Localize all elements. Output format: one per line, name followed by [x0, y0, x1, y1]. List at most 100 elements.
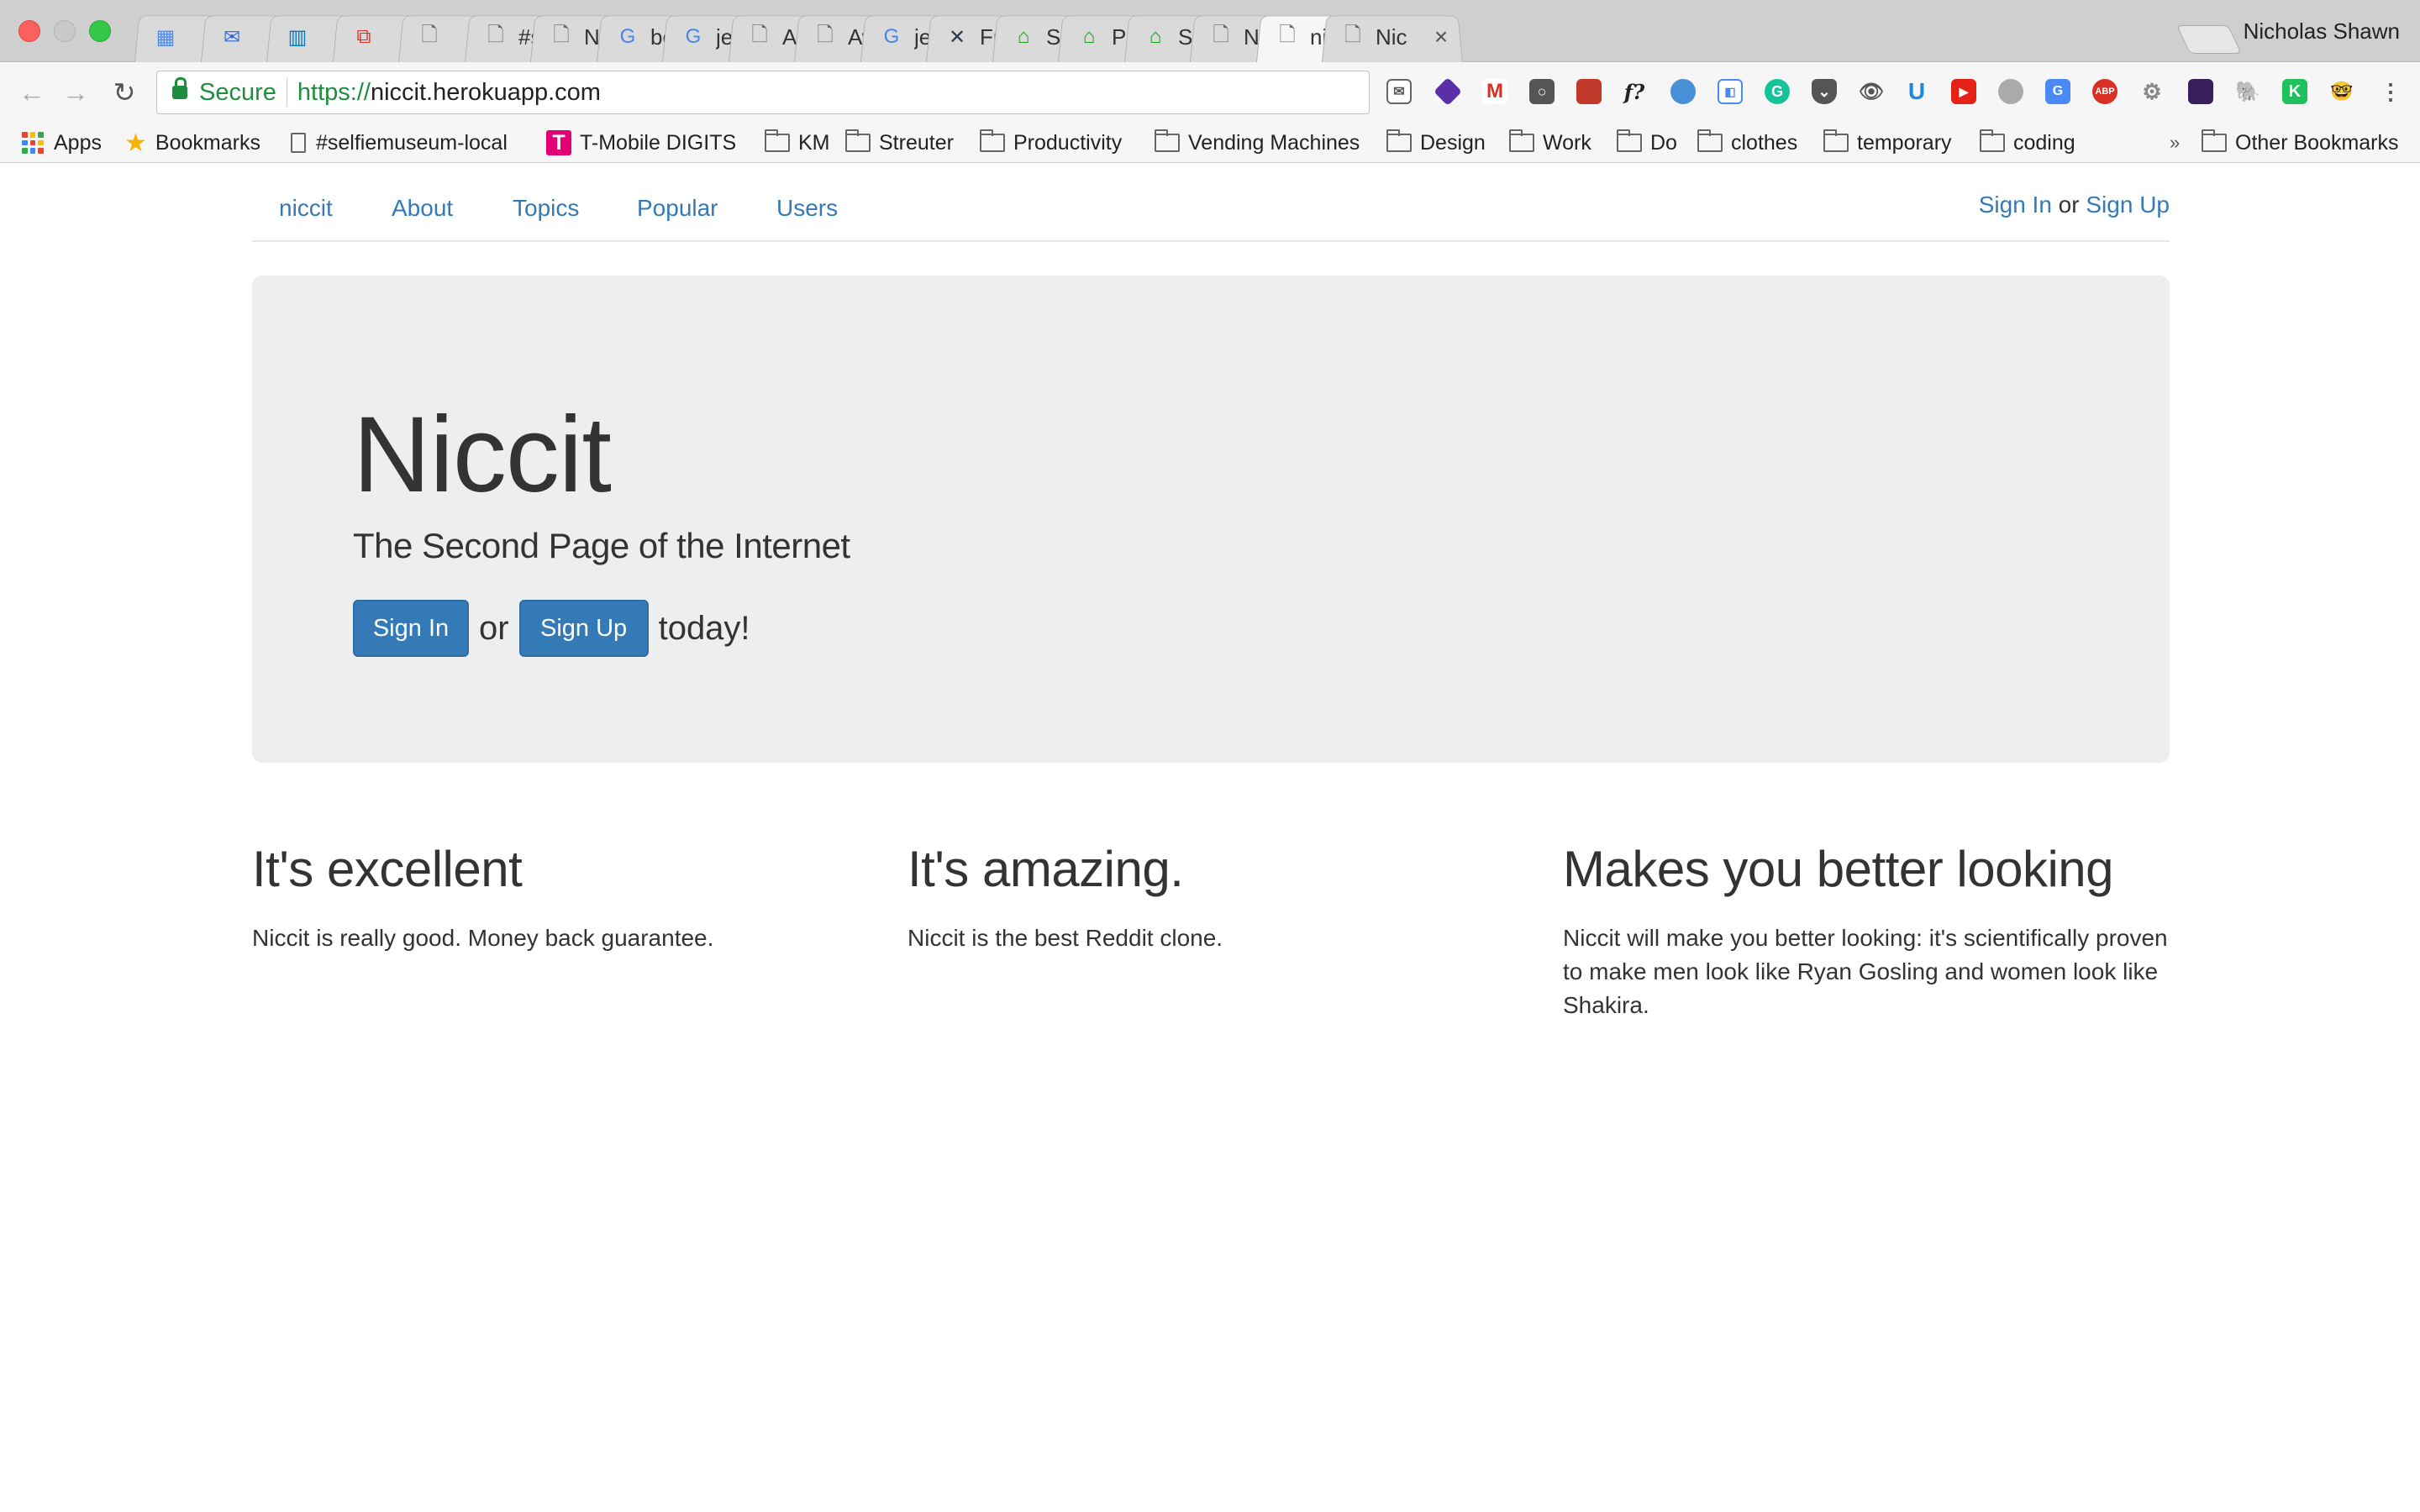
menu-dots-icon[interactable]: ⋮ — [2378, 79, 2403, 104]
bookmarks-bar: Apps ★ Bookmarks #selfiemuseum-local T T-Mobi… — [0, 123, 2420, 163]
bookmark-label: T-Mobile DIGITS — [580, 130, 737, 155]
tmobile-icon: T — [546, 130, 571, 155]
feature-heading: It's excellent — [252, 841, 523, 897]
page-icon — [291, 133, 306, 153]
k-extension-icon[interactable]: K — [2282, 79, 2307, 104]
bookmark-item[interactable]: clothes — [1697, 128, 1797, 158]
evernote-icon[interactable]: 🐘 — [2235, 79, 2260, 104]
youtube-extension-icon[interactable]: ▶ — [1951, 79, 1976, 104]
maximize-window-button[interactable] — [89, 20, 111, 42]
feature-body: Niccit is the best Reddit clone. — [908, 925, 1223, 951]
home-icon: ⌂ — [1082, 25, 1096, 48]
font-finder-icon[interactable]: f? — [1622, 79, 1647, 104]
tab-title: Nic — [1376, 24, 1407, 50]
gmail-icon[interactable]: M — [1482, 79, 1507, 104]
folder-icon — [1823, 129, 1849, 152]
nav-sign-in-link[interactable]: Sign In — [1979, 192, 2052, 218]
u-extension-icon[interactable]: U — [1904, 78, 1929, 104]
bookmark-label: temporary — [1857, 130, 1952, 155]
notebook-extension-icon[interactable] — [1576, 79, 1602, 104]
calendar-icon: ▦ — [155, 25, 176, 49]
page-icon: 🗋 — [553, 23, 570, 46]
bookmark-item[interactable]: KM — [765, 128, 830, 158]
bookmark-item[interactable]: Do — [1617, 128, 1677, 158]
nav-users-link[interactable]: Users — [776, 195, 838, 222]
adblock-icon[interactable]: ABP — [2092, 79, 2118, 104]
bookmark-item[interactable]: coding — [1980, 128, 2075, 158]
page-icon: 🗋 — [1279, 23, 1296, 46]
bookmark-item[interactable]: Vending Machines — [1155, 128, 1360, 158]
nav-topics-link[interactable]: Topics — [513, 195, 579, 222]
other-bookmarks-label: Other Bookmarks — [2235, 130, 2399, 155]
bookmark-item[interactable]: temporary — [1823, 128, 1952, 158]
chat-bubble-icon[interactable] — [1998, 79, 2023, 104]
nav-about-link[interactable]: About — [392, 195, 453, 222]
bookmark-item[interactable]: Productivity — [980, 128, 1122, 158]
folder-icon — [765, 129, 790, 152]
folder-icon — [1155, 129, 1180, 152]
pocket-icon[interactable]: ⌄ — [1812, 79, 1837, 104]
browser-tab[interactable]: 🗋 Nic × — [1330, 12, 1453, 62]
close-window-button[interactable] — [18, 20, 40, 42]
folder-icon — [1980, 129, 2005, 152]
folder-icon — [1617, 129, 1642, 152]
page-icon: 🗋 — [1344, 23, 1361, 46]
window-extension-icon[interactable]: ◧ — [1718, 79, 1743, 104]
bookmark-item[interactable]: #selfiemuseum-local — [291, 128, 508, 158]
home-icon: ⌂ — [1017, 25, 1030, 48]
bookmark-item[interactable]: ★ Bookmarks — [124, 128, 260, 158]
reload-icon[interactable]: ↻ — [108, 76, 141, 109]
hero-title: Niccit — [353, 395, 612, 515]
nav-sign-up-link[interactable]: Sign Up — [2086, 192, 2170, 218]
x-logo-icon: ✕ — [948, 25, 966, 49]
forward-arrow-icon[interactable]: → — [59, 76, 92, 109]
bookmark-label: Vending Machines — [1188, 130, 1360, 155]
url-host: niccit.herokuapp.com — [370, 78, 601, 106]
close-tab-icon[interactable]: × — [1429, 24, 1453, 50]
bookmark-label: Work — [1543, 130, 1591, 155]
bookmark-label: Apps — [54, 130, 102, 155]
hero-cta-row: Sign In or Sign Up today! — [353, 600, 750, 657]
hero-today-text: today! — [658, 609, 750, 647]
hero-sign-in-button[interactable]: Sign In — [353, 600, 469, 657]
bookmark-label: #selfiemuseum-local — [316, 130, 508, 155]
bookmarks-overflow-icon[interactable]: » — [2170, 128, 2180, 158]
eye-extension-icon[interactable]: 👁 — [1859, 79, 1884, 104]
bookmark-item[interactable]: Work — [1509, 128, 1591, 158]
translate-icon[interactable]: G — [2045, 79, 2070, 104]
gear-extension-icon[interactable]: ⚙ — [2139, 79, 2165, 104]
apps-grid-icon — [22, 132, 44, 154]
minimize-window-button[interactable] — [54, 20, 76, 42]
purple-extension-icon[interactable] — [2188, 79, 2213, 104]
bookmark-item[interactable]: Design — [1386, 128, 1486, 158]
hero-or-text: or — [479, 609, 509, 647]
folder-icon — [980, 129, 1005, 152]
bookmark-item[interactable]: T T-Mobile DIGITS — [546, 128, 736, 158]
grammarly-icon[interactable]: G — [1765, 79, 1790, 104]
hero-subtitle: The Second Page of the Internet — [353, 526, 850, 565]
bookmark-item[interactable]: Apps — [22, 128, 102, 158]
nav-popular-link[interactable]: Popular — [637, 195, 718, 222]
hero-sign-up-button[interactable]: Sign Up — [518, 600, 649, 657]
folder-icon — [1697, 129, 1723, 152]
other-bookmarks[interactable]: Other Bookmarks — [2202, 128, 2399, 158]
page-icon: 🗋 — [487, 23, 504, 46]
address-bar[interactable]: Secure https:// niccit.herokuapp.com — [156, 71, 1370, 114]
nav-brand-link[interactable]: niccit — [279, 195, 333, 222]
page-icon: 🗋 — [817, 23, 834, 46]
copy-icon: ⧉ — [356, 25, 371, 48]
bookmark-label: Streuter — [879, 130, 954, 155]
folder-icon — [1509, 129, 1534, 152]
profile-name[interactable]: Nicholas Shawn — [2244, 18, 2400, 45]
lock-icon — [172, 77, 187, 99]
new-tab-button[interactable] — [2176, 25, 2242, 54]
auth-or-text: or — [2051, 192, 2086, 218]
face-extension-icon[interactable]: 🤓 — [2329, 79, 2354, 104]
back-arrow-icon[interactable]: ← — [15, 76, 49, 109]
mail-extension-icon[interactable]: ✉ — [1386, 79, 1412, 104]
feature-body: Niccit will make you better looking: it'… — [1563, 925, 2168, 1018]
bookmark-item[interactable]: Streuter — [845, 128, 954, 158]
lightbulb-extension-icon[interactable]: ○ — [1529, 79, 1555, 104]
globe-extension-icon[interactable] — [1670, 79, 1696, 104]
bookmark-label: KM — [798, 130, 830, 155]
